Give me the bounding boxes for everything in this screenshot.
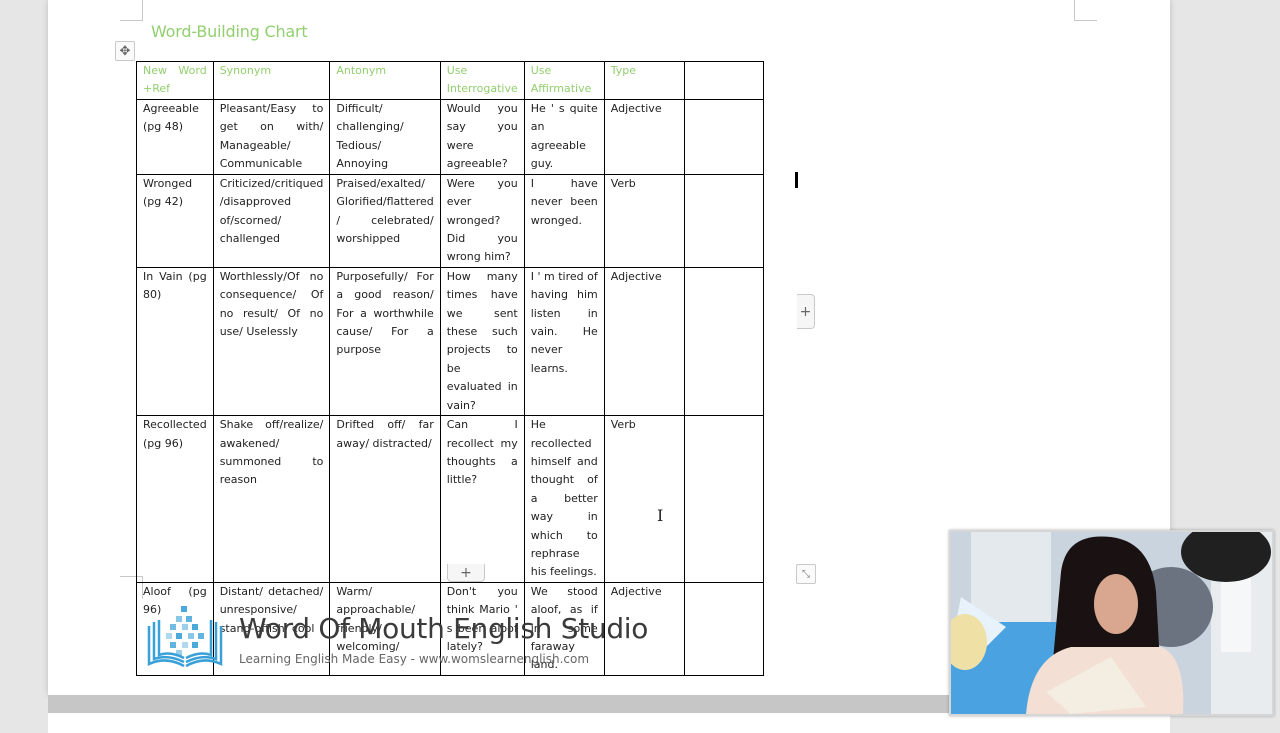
table-cell[interactable]: Recollected (pg 96) (136, 415, 214, 583)
table-cell[interactable]: Agreeable (pg 48) (136, 98, 214, 175)
table-row: Wronged (pg 42) Criticized/critiqued /dis… (136, 173, 764, 268)
webcam-overlay (949, 530, 1274, 716)
table-cell[interactable]: Can I recollect my thoughts a little? (439, 415, 525, 583)
table-cell[interactable]: I have never been wronged. (523, 173, 605, 268)
column-header[interactable]: Synonym (212, 61, 331, 100)
column-header[interactable] (683, 61, 764, 100)
table-cell[interactable]: I ' m tired of having him listen in vain… (523, 266, 605, 417)
table-header-row: New Word +Ref Synonym Antonym Use Interroga… (136, 61, 764, 100)
table-cell[interactable]: Would you say you were agreeable? (439, 98, 525, 175)
cell-end-marker (795, 172, 798, 188)
logo-book-icon (147, 606, 223, 668)
table-resize-handle[interactable]: ⤡ (796, 564, 816, 584)
table-cell[interactable]: Pleasant/Easy to get on with/ Manageable… (212, 98, 331, 175)
table-cell[interactable]: Purposefully/ For a good reason/ For a w… (329, 266, 441, 417)
crop-mark-top-left (120, 0, 143, 21)
table-cell[interactable] (683, 415, 764, 583)
table-cell[interactable]: Verb (603, 173, 685, 268)
table-cell[interactable] (683, 173, 764, 268)
column-header[interactable]: Type (603, 61, 685, 100)
column-header[interactable]: Use Interrogative (439, 61, 525, 100)
table-cell[interactable]: Adjective (603, 98, 685, 175)
document-title[interactable]: Word-Building Chart (151, 22, 308, 41)
table-cell[interactable]: He ' s quite an agreeable guy. (523, 98, 605, 175)
column-header[interactable]: Antonym (329, 61, 441, 100)
move-icon: ✥ (119, 43, 131, 59)
plus-icon: + (799, 303, 812, 320)
resize-icon: ⤡ (802, 568, 810, 580)
next-document-page (48, 713, 1170, 733)
table-cell[interactable] (683, 266, 764, 417)
word-building-table[interactable]: New Word +Ref Synonym Antonym Use Interroga… (136, 61, 764, 676)
table-cell[interactable]: Wronged (pg 42) (136, 173, 214, 268)
table-cell[interactable]: He recollected himself and thought of a … (523, 415, 605, 583)
column-header[interactable]: New Word +Ref (136, 61, 214, 100)
add-column-button[interactable]: + (797, 294, 815, 329)
table-row: Recollected (pg 96) Shake off/realize/ aw… (136, 415, 764, 583)
webcam-video-frame (951, 532, 1272, 714)
brand-tagline: Learning English Made Easy - www.womslea… (239, 652, 590, 666)
table-cell[interactable]: Worthlessly/Of no consequence/ Of no res… (212, 266, 331, 417)
plus-icon: + (460, 564, 472, 581)
table-cell[interactable]: Criticized/critiqued /disapproved of/sco… (212, 173, 331, 268)
table-cell[interactable]: How many times have we sent these such p… (439, 266, 525, 417)
table-row: Agreeable (pg 48) Pleasant/Easy to get on… (136, 98, 764, 175)
text-cursor-icon: I (657, 506, 664, 525)
table-cell[interactable]: Drifted off/ far away/ distracted/ (329, 415, 441, 583)
add-row-button[interactable]: + (447, 564, 485, 582)
table-cell[interactable]: Difficult/ challenging/ Tedious/ Annoyin… (329, 98, 441, 175)
table-row: In Vain (pg 80) Worthlessly/Of no consequ… (136, 266, 764, 417)
table-move-handle[interactable]: ✥ (115, 41, 135, 61)
table-cell[interactable]: Were you ever wronged? Did you wrong him… (439, 173, 525, 268)
table-cell[interactable]: Shake off/realize/ awakened/ summoned to… (212, 415, 331, 583)
brand-name: Word Of Mouth English Studio (239, 612, 649, 645)
table-cell[interactable]: Adjective (603, 266, 685, 417)
table-cell[interactable]: Praised/exalted/ Glorified/flattered / c… (329, 173, 441, 268)
table-cell[interactable]: In Vain (pg 80) (136, 266, 214, 417)
crop-mark-top-right (1074, 0, 1097, 21)
table-cell[interactable] (683, 98, 764, 175)
column-header[interactable]: Use Affirmative (523, 61, 605, 100)
table-cell[interactable]: Verb (603, 415, 685, 583)
table-cell[interactable] (683, 581, 764, 676)
